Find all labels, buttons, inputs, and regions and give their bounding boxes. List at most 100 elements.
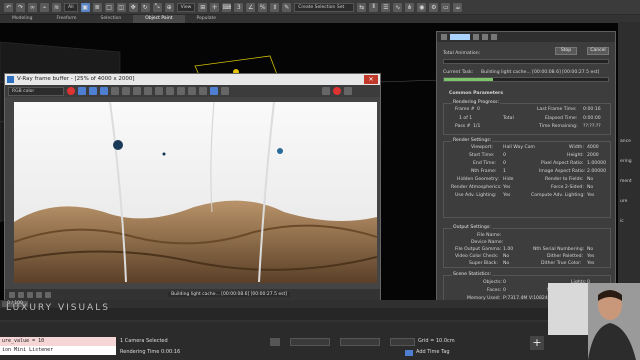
angle-snap-icon[interactable]: ∠: [246, 2, 256, 12]
move-icon[interactable]: ✥: [128, 2, 138, 12]
maxscript-input[interactable]: ion Mini Listener: [0, 346, 116, 355]
rect-select-icon[interactable]: □: [104, 2, 114, 12]
toolbar-icon: [482, 34, 488, 40]
link-icon[interactable]: ∞: [28, 2, 37, 12]
clear-icon[interactable]: [144, 87, 152, 95]
save-icon[interactable]: [122, 87, 130, 95]
green-channel-icon[interactable]: [78, 87, 86, 95]
select-by-name-icon[interactable]: ≣: [92, 2, 102, 12]
dither-true-value: Yes: [587, 261, 595, 266]
history-icon[interactable]: [199, 87, 207, 95]
spinner-snap-icon[interactable]: ⇕: [270, 2, 280, 12]
vray-frame-buffer-window[interactable]: V-Ray frame buffer - [25% of 4000 x 2000…: [4, 73, 381, 301]
edit-named-selection-icon[interactable]: ✎: [282, 2, 292, 12]
unlink-icon[interactable]: ⌁: [40, 2, 49, 12]
video-color-check-label: Video Color Check:: [455, 254, 499, 259]
load-icon[interactable]: [133, 87, 141, 95]
window-crossing-icon[interactable]: ◫: [116, 2, 126, 12]
vfb-titlebar[interactable]: V-Ray frame buffer - [25% of 4000 x 2000…: [5, 74, 380, 85]
maxscript-input-text: ion Mini Listener: [2, 347, 54, 353]
status-icon: [45, 291, 51, 298]
render-last-icon[interactable]: [322, 87, 330, 95]
x-coordinate-field[interactable]: [290, 338, 330, 346]
bind-space-warp-icon[interactable]: ≋: [52, 2, 61, 12]
selection-set-dropdown[interactable]: Create Selection Set: [294, 2, 355, 12]
rotate-icon[interactable]: ↻: [140, 2, 150, 12]
tab-selection[interactable]: Selection: [89, 15, 134, 23]
webcam-overlay: [548, 283, 640, 360]
compute-adv-lighting-label: Compute Adv. Lighting:: [531, 193, 585, 198]
lens-effects-icon[interactable]: [177, 87, 185, 95]
view-dropdown[interactable]: View: [176, 2, 196, 12]
track-mouse-icon[interactable]: [166, 87, 174, 95]
render-production-icon[interactable]: ☕: [453, 2, 463, 12]
status-icon: [18, 291, 24, 298]
end-time-label: End Time:: [473, 161, 496, 166]
render-setup-icon[interactable]: ⚙: [429, 2, 439, 12]
compute-adv-lighting-value: Yes: [587, 193, 595, 198]
snap-icon[interactable]: 3: [234, 2, 244, 12]
copy-to-max-icon[interactable]: [155, 87, 163, 95]
channel-dropdown[interactable]: RGB color: [8, 86, 64, 96]
toolbar-icon: [491, 34, 497, 40]
common-parameters-rollout[interactable]: Common Parameters: [449, 91, 503, 96]
render-icon[interactable]: [344, 87, 352, 95]
alpha-channel-icon[interactable]: [100, 87, 108, 95]
blue-channel-icon[interactable]: [89, 87, 97, 95]
stop-render-icon[interactable]: [333, 87, 341, 95]
follow-mouse-icon[interactable]: [210, 87, 218, 95]
frame-label: Frame #: [455, 107, 475, 112]
vray-icon: [7, 76, 14, 83]
select-manipulate-icon[interactable]: ✛: [210, 2, 220, 12]
curve-editor-icon[interactable]: ∿: [393, 2, 403, 12]
y-coordinate-field[interactable]: [340, 338, 380, 346]
place-icon[interactable]: ⊕: [164, 2, 174, 12]
layers-icon[interactable]: ☰: [381, 2, 391, 12]
timeline[interactable]: 0 / 100 LUXURY VISUALS: [0, 300, 548, 322]
link-to-max-icon[interactable]: [221, 87, 229, 95]
red-channel-icon[interactable]: [67, 87, 75, 95]
start-time-value: 0: [503, 153, 506, 158]
cancel-button[interactable]: Cancel: [587, 47, 609, 55]
panel-label: ic: [620, 219, 624, 224]
status-icon: [36, 291, 42, 298]
select-object-icon[interactable]: ▣: [80, 2, 90, 12]
tab-modeling[interactable]: Modeling: [0, 15, 44, 23]
vfb-toolbar: RGB color: [5, 85, 380, 97]
region-render-icon[interactable]: [188, 87, 196, 95]
close-icon[interactable]: ✕: [364, 75, 378, 84]
vfb-progress-text: Building light cache... [00:00:08.6] [00…: [168, 292, 290, 297]
stop-button[interactable]: Stop: [555, 47, 577, 55]
percent-snap-icon[interactable]: %: [258, 2, 268, 12]
undo-icon[interactable]: ↶: [4, 2, 13, 12]
schematic-icon[interactable]: ⋔: [405, 2, 415, 12]
faces-value: 0: [503, 288, 506, 293]
redo-icon[interactable]: ↷: [16, 2, 25, 12]
last-frame-time-label: Last Frame Time:: [537, 107, 577, 112]
align-icon[interactable]: ⫴: [369, 2, 379, 12]
add-time-tag[interactable]: Add Time Tag: [416, 349, 450, 355]
plus-icon[interactable]: +: [530, 336, 544, 350]
dialog-titlebar[interactable]: [437, 32, 615, 42]
tab-populate[interactable]: Populate: [185, 15, 229, 23]
total-animation-label: Total Animation:: [443, 51, 481, 56]
watermark-logo: LUXURY VISUALS: [6, 303, 110, 313]
material-editor-icon[interactable]: ◉: [417, 2, 427, 12]
rendering-progress-dialog[interactable]: Total Animation: Stop Cancel Current Tas…: [436, 31, 616, 309]
mirror-icon[interactable]: ⇆: [357, 2, 367, 12]
maxscript-mini-listener[interactable]: ure_value = 10: [0, 337, 116, 346]
app-icon: [441, 34, 447, 40]
keyboard-shortcut-icon[interactable]: ⌨: [222, 2, 232, 12]
mono-icon[interactable]: [111, 87, 119, 95]
super-black-value: No: [503, 261, 510, 266]
tab-freeform[interactable]: Freeform: [44, 15, 88, 23]
rendered-frame-icon[interactable]: ▭: [441, 2, 451, 12]
selection-filter-dropdown[interactable]: All: [64, 2, 78, 12]
lock-selection-icon[interactable]: [270, 338, 280, 346]
use-adv-lighting-label: Use Adv. Lighting:: [455, 193, 497, 198]
pivot-icon[interactable]: ⊞: [198, 2, 208, 12]
current-task-label: Current Task:: [443, 70, 474, 75]
tab-object-paint[interactable]: Object Paint: [133, 15, 185, 23]
z-coordinate-field[interactable]: [390, 338, 415, 346]
scale-icon[interactable]: ⤡: [152, 2, 162, 12]
